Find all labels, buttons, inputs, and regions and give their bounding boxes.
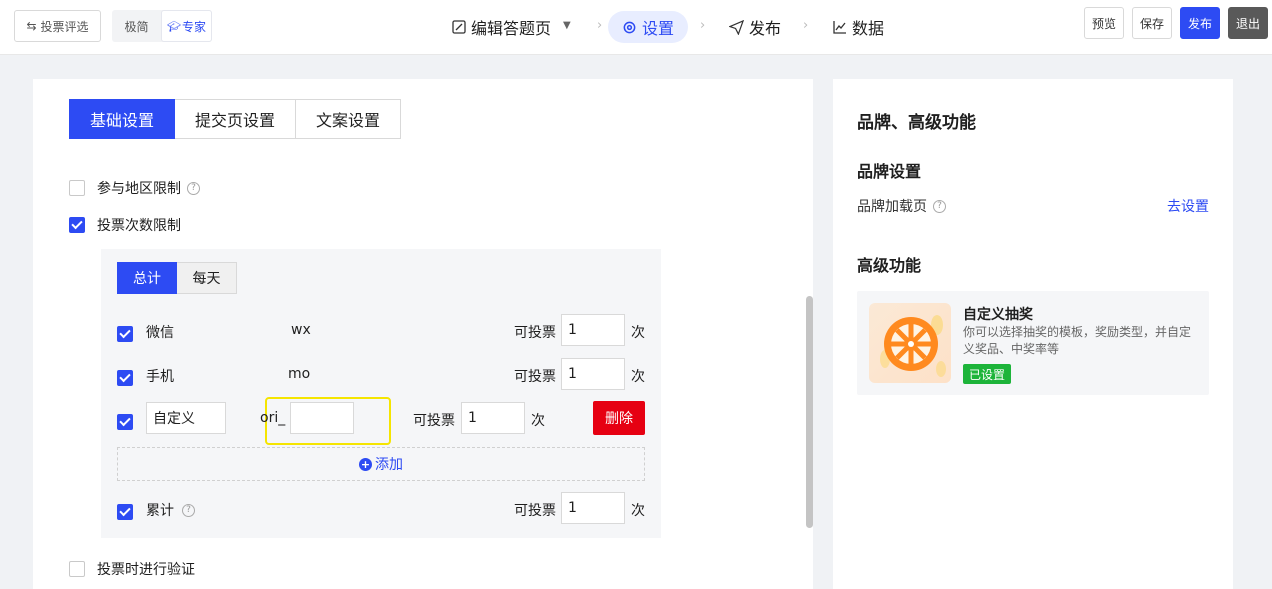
go-setting-link[interactable]: 去设置 [1167, 196, 1209, 216]
step-edit-page[interactable]: 编辑答题页 [452, 11, 551, 43]
verify-option[interactable]: 投票时进行验证 [69, 559, 195, 579]
channel-code: mo [288, 366, 311, 382]
channel-name: 累计 [146, 503, 174, 519]
caret-down-icon[interactable]: ▼ [563, 20, 571, 31]
vote-count-input[interactable]: 1 [461, 402, 525, 434]
votable-label: 可投票 [514, 325, 556, 341]
side-title: 品牌、高级功能 [857, 113, 976, 133]
save-button[interactable]: 保存 [1132, 7, 1172, 39]
help-icon[interactable]: ? [187, 181, 200, 195]
back-button-label: 投票评选 [40, 19, 89, 34]
channel-row-total: 累计 ? 可投票 1 次 [117, 492, 645, 526]
tab-basic[interactable]: 基础设置 [69, 99, 175, 139]
lottery-card[interactable]: 自定义抽奖 你可以选择抽奖的模板，奖励类型，并自定义奖品、中奖率等 已设置 [857, 291, 1209, 395]
vote-count-input[interactable]: 1 [561, 492, 625, 524]
add-label: 添加 [375, 457, 403, 473]
unit-label: 次 [531, 413, 545, 429]
settings-tabs: 基础设置 提交页设置 文案设置 [69, 99, 401, 139]
advanced-heading: 高级功能 [857, 256, 922, 275]
swap-icon: ⇆ [26, 19, 37, 33]
channel-code: wx [291, 322, 311, 338]
mode-expert-label: 专家 [181, 19, 206, 34]
channel-row-wechat: 微信 wx 可投票 1 次 [117, 314, 645, 348]
verify-label: 投票时进行验证 [97, 562, 195, 578]
side-panel: 品牌、高级功能 品牌设置 品牌加载页 ? 去设置 高级功能 自定义抽奖 你可以选… [833, 79, 1233, 589]
step-edit-label: 编辑答题页 [471, 19, 552, 38]
brand-heading: 品牌设置 [857, 162, 922, 181]
unit-label: 次 [631, 369, 645, 385]
back-button[interactable]: ⇆ 投票评选 [14, 10, 101, 42]
brand-loading-row: 品牌加载页 ? [857, 196, 946, 216]
exit-button[interactable]: 退出 [1228, 7, 1268, 39]
votable-label: 可投票 [514, 503, 556, 519]
vote-limit-option[interactable]: 投票次数限制 [69, 215, 181, 235]
period-switch: 总计 每天 [117, 262, 237, 294]
code-prefix: ori_ [260, 410, 286, 426]
subtab-total[interactable]: 总计 [117, 262, 177, 294]
step-publish[interactable]: 发布 [729, 11, 781, 43]
lottery-desc: 你可以选择抽奖的模板，奖励类型，并自定义奖品、中奖率等 [963, 325, 1192, 356]
step-settings[interactable]: 设置 [608, 11, 689, 43]
step-data[interactable]: 数据 [833, 11, 884, 43]
mode-switch: 极简 🎓︎ 专家 [112, 10, 212, 42]
vote-count-input[interactable]: 1 [561, 314, 625, 346]
vote-limit-checkbox[interactable] [69, 217, 85, 233]
lottery-title: 自定义抽奖 [963, 307, 1033, 323]
verify-checkbox[interactable] [69, 561, 85, 577]
votable-label: 可投票 [413, 413, 455, 429]
chevron-right-icon: › [803, 18, 809, 33]
vote-limit-label: 投票次数限制 [97, 218, 181, 234]
lottery-wheel-icon [869, 303, 951, 383]
delete-button[interactable]: 删除 [593, 401, 645, 435]
settings-card: 基础设置 提交页设置 文案设置 参与地区限制 ? 投票次数限制 总计 每天 微信… [33, 79, 813, 589]
vote-count-input[interactable]: 1 [561, 358, 625, 390]
help-icon[interactable]: ? [182, 503, 195, 517]
line-chart-icon [833, 21, 846, 34]
mode-simple[interactable]: 极简 [112, 10, 161, 42]
tab-submit-page[interactable]: 提交页设置 [175, 99, 296, 139]
scrollbar[interactable] [806, 296, 813, 528]
graduation-cap-icon: 🎓︎ [167, 19, 181, 33]
votable-label: 可投票 [514, 369, 556, 385]
subtab-daily[interactable]: 每天 [177, 262, 237, 294]
preview-button[interactable]: 预览 [1084, 7, 1124, 39]
step-settings-label: 设置 [642, 19, 675, 38]
edit-icon [452, 20, 466, 34]
channel-row-mobile: 手机 mo 可投票 1 次 [117, 358, 645, 392]
vote-limit-panel: 总计 每天 微信 wx 可投票 1 次 手机 mo 可投票 1 次 自定义 or… [101, 249, 661, 538]
tab-copy[interactable]: 文案设置 [296, 99, 401, 139]
plus-icon: + [359, 457, 372, 471]
custom-checkbox[interactable] [117, 414, 133, 430]
step-publish-label: 发布 [749, 19, 782, 38]
total-checkbox[interactable] [117, 504, 133, 520]
brand-loading-label: 品牌加载页 [857, 199, 927, 215]
top-bar: ⇆ 投票评选 极简 🎓︎ 专家 编辑答题页 ▼ › 设置 › 发布 › 数据 预… [0, 0, 1272, 55]
region-limit-label: 参与地区限制 [97, 181, 181, 197]
publish-button[interactable]: 发布 [1180, 7, 1220, 39]
send-icon [729, 19, 744, 35]
unit-label: 次 [631, 503, 645, 519]
channel-row-custom: 自定义 ori_ 可投票 1 次 删除 [117, 397, 645, 445]
chevron-right-icon: › [597, 18, 603, 33]
wechat-checkbox[interactable] [117, 326, 133, 342]
add-channel-button[interactable]: + 添加 [117, 447, 645, 481]
chevron-right-icon: › [700, 18, 706, 33]
gear-icon [623, 21, 636, 33]
unit-label: 次 [631, 325, 645, 341]
step-data-label: 数据 [852, 19, 885, 38]
mobile-checkbox[interactable] [117, 370, 133, 386]
region-limit-checkbox[interactable] [69, 180, 85, 196]
channel-name: 手机 [146, 369, 174, 385]
custom-code-input[interactable] [290, 402, 354, 434]
custom-name-input[interactable]: 自定义 [146, 402, 226, 434]
help-icon[interactable]: ? [933, 199, 946, 213]
region-limit-option[interactable]: 参与地区限制 ? [69, 178, 200, 198]
status-badge: 已设置 [963, 364, 1012, 384]
mode-expert[interactable]: 🎓︎ 专家 [161, 10, 212, 42]
channel-name: 微信 [146, 325, 174, 341]
